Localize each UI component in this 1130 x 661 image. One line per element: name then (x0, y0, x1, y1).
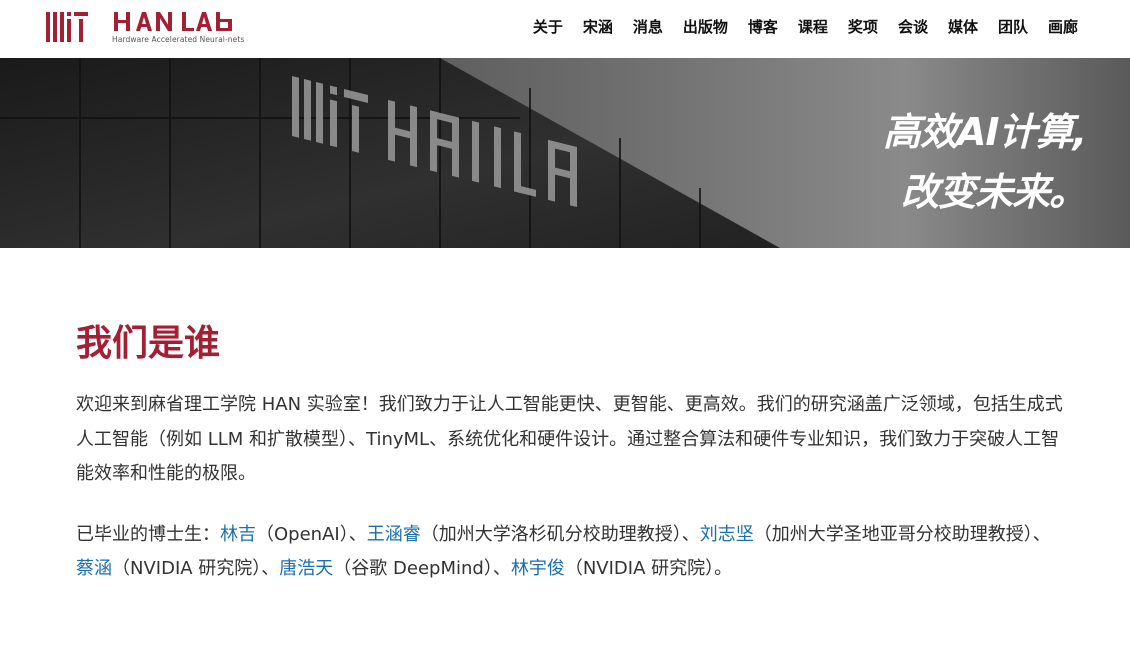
alumni-prefix: 已毕业的博士生： (76, 523, 220, 545)
alumni-link[interactable]: 林吉 (220, 524, 256, 545)
nav-item-team[interactable]: 团队 (988, 16, 1038, 38)
separator: 、 (1032, 523, 1051, 545)
alumni-affiliation: （加州大学洛杉矶分校助理教授） (420, 523, 682, 545)
alumni-affiliation: （NVIDIA 研究院） (564, 558, 715, 579)
hero-slogan: 高效AI计算, 改变未来。 (883, 102, 1087, 222)
nav-item-media[interactable]: 媒体 (938, 16, 988, 38)
intro-paragraph: 欢迎来到麻省理工学院 HAN 实验室！我们致力于让人工智能更快、更智能、更高效。… (76, 394, 1063, 484)
alumni-link[interactable]: 王涵睿 (367, 524, 421, 545)
hero-slogan-line-1: 高效AI计算, (883, 110, 1087, 154)
site-header: Hardware Accelerated Neural-nets 关于 宋涵 消… (0, 0, 1130, 58)
alumni-affiliation: （加州大学圣地亚哥分校助理教授） (753, 523, 1033, 545)
logo-subtitle: Hardware Accelerated Neural-nets (112, 35, 245, 44)
hero-slogan-line-2: 改变未来。 (900, 170, 1087, 214)
nav-item-blog[interactable]: 博客 (738, 16, 788, 38)
hero-banner: 高效AI计算, 改变未来。 (0, 58, 1130, 248)
nav-item-talks[interactable]: 会谈 (888, 16, 938, 38)
alumni-affiliation: （OpenAI） (256, 523, 349, 545)
nav-item-about[interactable]: 关于 (523, 16, 573, 38)
alumni-link[interactable]: 唐浩天 (279, 558, 333, 579)
alumni-affiliation: （谷歌 DeepMind） (333, 558, 493, 579)
han-lab-logo[interactable]: Hardware Accelerated Neural-nets (44, 9, 244, 49)
alumni-link[interactable]: 刘志坚 (700, 524, 754, 545)
alumni-affiliation: （NVIDIA 研究院） (112, 558, 262, 579)
nav-item-song-han[interactable]: 宋涵 (573, 16, 623, 38)
nav-item-awards[interactable]: 奖项 (838, 16, 888, 38)
alumni-paragraph: 已毕业的博士生：林吉（OpenAI）、王涵睿（加州大学洛杉矶分校助理教授）、刘志… (76, 518, 1066, 587)
separator: 、 (261, 558, 280, 579)
separator: 、 (348, 523, 367, 545)
nav-item-news[interactable]: 消息 (623, 16, 673, 38)
nav-item-courses[interactable]: 课程 (788, 16, 838, 38)
alumni-link[interactable]: 蔡涵 (76, 558, 112, 579)
section-title: 我们是谁 (76, 323, 221, 364)
about-section: 我们是谁 欢迎来到麻省理工学院 HAN 实验室！我们致力于让人工智能更快、更智能… (76, 318, 1066, 587)
separator: 、 (681, 523, 700, 545)
alumni-suffix: 。 (714, 558, 733, 579)
main-nav: 关于 宋涵 消息 出版物 博客 课程 奖项 会谈 媒体 团队 画廊 (523, 16, 1078, 38)
alumni-link[interactable]: 林宇俊 (511, 558, 565, 579)
separator: 、 (492, 558, 511, 579)
nav-item-publications[interactable]: 出版物 (673, 16, 738, 38)
nav-item-gallery[interactable]: 画廊 (1038, 16, 1078, 38)
